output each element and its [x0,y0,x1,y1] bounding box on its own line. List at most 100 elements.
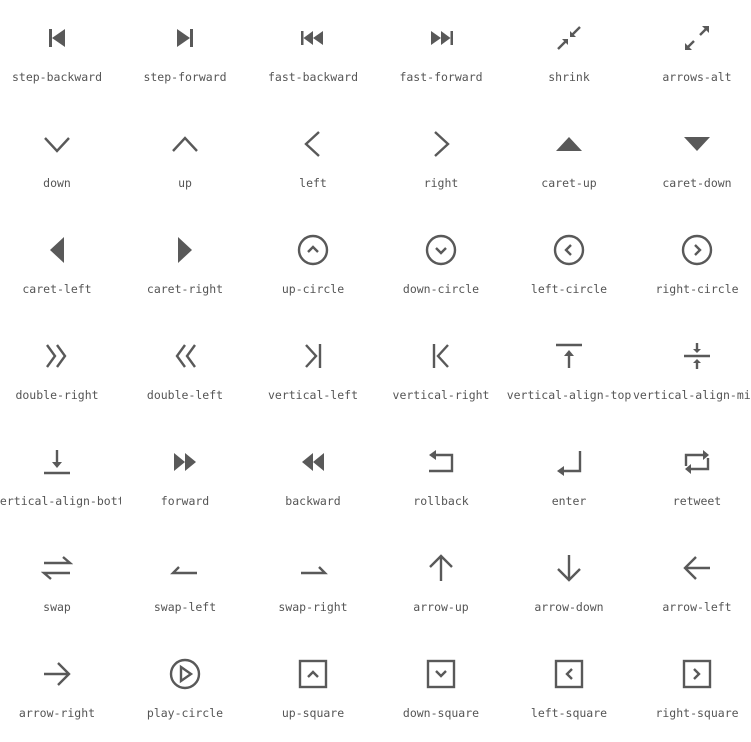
icon-tile-enter[interactable]: enter [505,424,633,530]
icon-tile-retweet[interactable]: retweet [633,424,751,530]
icon-label: arrow-left [662,600,732,614]
icon-label: left-square [530,706,608,720]
icon-tile-swap-left[interactable]: swap-left [121,530,249,636]
icon-grid: step-backward step-forward fast-backward fa… [0,0,751,742]
fast-forward-icon [431,31,453,45]
right-square-icon [682,659,712,689]
play-circle-icon [169,658,201,690]
icon-tile-right[interactable]: right [377,106,505,212]
icon-tile-vertical-right[interactable]: vertical-right [377,318,505,424]
icon-label: swap-left [153,600,217,614]
icon-tile-step-backward[interactable]: step-backward [0,0,121,106]
icon-label: down-square [402,706,480,720]
icon-label: retweet [672,494,722,508]
icon-label: arrow-down [534,600,604,614]
forward-icon [174,453,196,471]
right-circle-icon [681,234,713,266]
icon-tile-fast-backward[interactable]: fast-backward [249,0,377,106]
icon-label: enter [551,494,587,508]
step-backward-icon [49,29,65,47]
icon-label: arrow-right [18,706,96,720]
icon-tile-play-circle[interactable]: play-circle [121,636,249,742]
down-square-icon [426,659,456,689]
icon-tile-left-circle[interactable]: left-circle [505,212,633,318]
icon-tile-right-square[interactable]: right-square [633,636,751,742]
icon-label: caret-down [662,176,732,190]
icon-tile-rollback[interactable]: rollback [377,424,505,530]
icon-tile-caret-right[interactable]: caret-right [121,212,249,318]
icon-tile-backward[interactable]: backward [249,424,377,530]
icon-tile-double-right[interactable]: double-right [0,318,121,424]
icon-label: vertical-right [392,388,490,402]
icon-label: step-backward [11,70,102,84]
caret-left-icon [50,237,64,263]
icon-label: rollback [413,494,469,508]
up-circle-icon [297,234,329,266]
icon-tile-up-square[interactable]: up-square [249,636,377,742]
icon-tile-step-forward[interactable]: step-forward [121,0,249,106]
icon-tile-arrow-right[interactable]: arrow-right [0,636,121,742]
icon-label: double-right [15,388,99,402]
left-icon [304,131,320,157]
caret-down-icon [684,137,710,151]
icon-label: right [423,176,459,190]
icon-label: up-square [281,706,345,720]
icon-label: swap-right [278,600,348,614]
icon-label: vertical-align-bottom [0,494,121,508]
icon-label: play-circle [146,706,224,720]
icon-tile-vertical-align-top[interactable]: vertical-align-top [505,318,633,424]
icon-tile-forward[interactable]: forward [121,424,249,530]
icon-label: forward [160,494,210,508]
icon-tile-caret-left[interactable]: caret-left [0,212,121,318]
right-icon [434,131,450,157]
icon-tile-caret-down[interactable]: caret-down [633,106,751,212]
icon-label: vertical-align-middle [633,388,751,402]
icon-label: swap [43,600,71,614]
icon-tile-down-square[interactable]: down-square [377,636,505,742]
left-square-icon [554,659,584,689]
icon-label: right-square [655,706,739,720]
icon-label: shrink [548,70,590,84]
icon-label: arrow-up [413,600,469,614]
icon-tile-arrow-left[interactable]: arrow-left [633,530,751,636]
icon-tile-swap-right[interactable]: swap-right [249,530,377,636]
vertical-align-top-icon [556,343,582,368]
icon-tile-right-circle[interactable]: right-circle [633,212,751,318]
vertical-align-middle-icon [684,343,710,369]
icon-tile-vertical-left[interactable]: vertical-left [249,318,377,424]
enter-icon [557,451,582,476]
icon-tile-arrow-up[interactable]: arrow-up [377,530,505,636]
icon-tile-double-left[interactable]: double-left [121,318,249,424]
rollback-icon [429,450,454,473]
arrow-down-icon [557,555,581,582]
icon-tile-shrink[interactable]: shrink [505,0,633,106]
icon-tile-down[interactable]: down [0,106,121,212]
icon-tile-swap[interactable]: swap [0,530,121,636]
icon-tile-left-square[interactable]: left-square [505,636,633,742]
fast-backward-icon [301,31,323,45]
icon-label: vertical-left [267,388,358,402]
swap-right-icon [301,566,328,575]
arrows-alt-icon [685,26,709,50]
icon-tile-caret-up[interactable]: caret-up [505,106,633,212]
icon-label: caret-left [22,282,92,296]
icon-tile-down-circle[interactable]: down-circle [377,212,505,318]
swap-left-icon [170,566,197,575]
swap-icon [41,556,73,580]
icon-tile-up-circle[interactable]: up-circle [249,212,377,318]
caret-up-icon [556,137,582,151]
icon-tile-fast-forward[interactable]: fast-forward [377,0,505,106]
retweet-icon [684,450,710,474]
icon-tile-vertical-align-bottom[interactable]: vertical-align-bottom [0,424,121,530]
icon-tile-vertical-align-middle[interactable]: vertical-align-middle [633,318,751,424]
icon-tile-arrow-down[interactable]: arrow-down [505,530,633,636]
icon-label: backward [285,494,341,508]
arrow-left-icon [683,556,710,580]
icon-tile-left[interactable]: left [249,106,377,212]
icon-label: down [43,176,71,190]
vertical-align-bottom-icon [44,450,70,475]
icon-label: caret-right [146,282,224,296]
icon-tile-arrows-alt[interactable]: arrows-alt [633,0,751,106]
icon-label: vertical-align-top [506,388,632,402]
icon-tile-up[interactable]: up [121,106,249,212]
